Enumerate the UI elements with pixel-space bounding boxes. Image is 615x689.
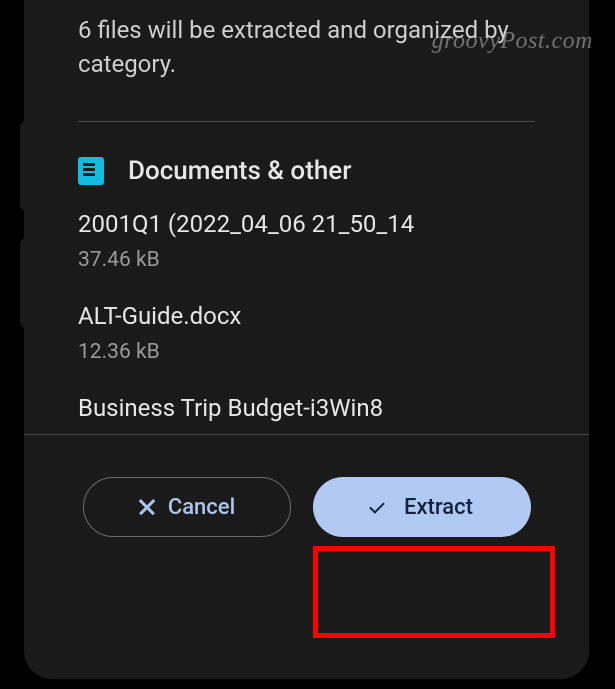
list-item: ALT-Guide.docx 12.36 kB bbox=[78, 302, 535, 364]
check-icon bbox=[370, 499, 392, 515]
category-header: Documents & other bbox=[24, 122, 589, 210]
extract-button[interactable]: Extract bbox=[313, 477, 531, 537]
document-icon bbox=[78, 157, 104, 185]
cancel-label: Cancel bbox=[168, 495, 235, 520]
file-name: ALT-Guide.docx bbox=[78, 302, 535, 330]
list-item: Business Trip Budget-i3Win8 bbox=[78, 394, 535, 422]
file-list: 2001Q1 (2022_04_06 21_50_14 37.46 kB ALT… bbox=[24, 210, 589, 422]
close-icon bbox=[138, 498, 156, 516]
extract-dialog: 6 files will be extracted and organized … bbox=[24, 0, 589, 679]
file-name: Business Trip Budget-i3Win8 bbox=[78, 394, 535, 422]
category-title: Documents & other bbox=[128, 156, 351, 186]
button-row: Cancel Extract bbox=[24, 435, 589, 571]
file-name: 2001Q1 (2022_04_06 21_50_14 bbox=[78, 210, 535, 238]
file-size: 37.46 kB bbox=[78, 248, 535, 272]
extract-label: Extract bbox=[404, 495, 473, 520]
list-item: 2001Q1 (2022_04_06 21_50_14 37.46 kB bbox=[78, 210, 535, 272]
watermark: groovyPost.com bbox=[432, 28, 593, 55]
file-size: 12.36 kB bbox=[78, 340, 535, 364]
cancel-button[interactable]: Cancel bbox=[83, 477, 291, 537]
